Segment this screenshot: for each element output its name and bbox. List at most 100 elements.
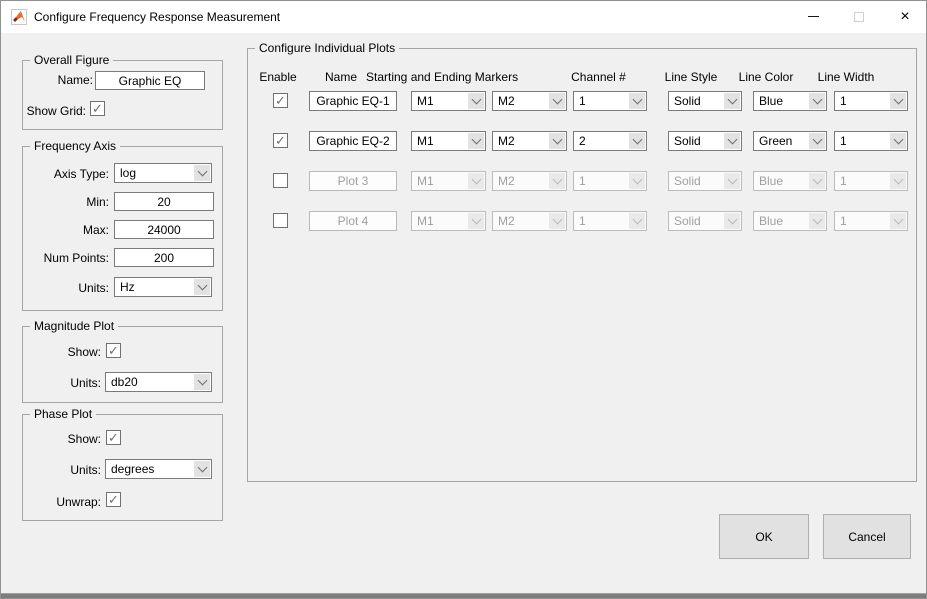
start-marker-dropdown-row3: M1 bbox=[411, 171, 486, 191]
chevron-down-icon bbox=[549, 213, 565, 229]
chevron-down-icon bbox=[629, 213, 645, 229]
line-width-dropdown-row4: 1 bbox=[834, 211, 908, 231]
name-label: Name: bbox=[21, 73, 93, 87]
magnitude-plot-group-title: Magnitude Plot bbox=[30, 319, 118, 333]
close-button[interactable]: × bbox=[882, 1, 927, 32]
min-input[interactable]: 20 bbox=[114, 192, 214, 211]
start-marker-dropdown-row1[interactable]: M1 bbox=[411, 91, 486, 111]
start-marker-dropdown-row2[interactable]: M1 bbox=[411, 131, 486, 151]
minimize-icon bbox=[808, 16, 819, 17]
check-icon: ✓ bbox=[275, 134, 286, 147]
check-icon: ✓ bbox=[92, 102, 103, 115]
overall-figure-group-title: Overall Figure bbox=[30, 53, 113, 67]
axis-type-label: Axis Type: bbox=[21, 167, 109, 181]
chevron-down-icon bbox=[468, 173, 484, 189]
show-grid-checkbox[interactable]: ✓ bbox=[90, 101, 105, 116]
phase-plot-group-title: Phase Plot bbox=[30, 407, 96, 421]
freq-units-dropdown[interactable]: Hz bbox=[114, 277, 212, 297]
chevron-down-icon bbox=[549, 93, 565, 109]
num-points-label: Num Points: bbox=[21, 251, 109, 265]
title-bar: Configure Frequency Response Measurement… bbox=[1, 1, 926, 33]
chevron-down-icon bbox=[809, 93, 825, 109]
max-input[interactable]: 24000 bbox=[114, 220, 214, 239]
window-title: Configure Frequency Response Measurement bbox=[34, 10, 280, 24]
freq-units-label: Units: bbox=[21, 281, 109, 295]
figure-name-input[interactable]: Graphic EQ bbox=[95, 71, 205, 90]
end-marker-dropdown-row4: M2 bbox=[492, 211, 567, 231]
chevron-down-icon bbox=[809, 133, 825, 149]
chevron-down-icon bbox=[549, 173, 565, 189]
magnitude-units-dropdown[interactable]: db20 bbox=[105, 372, 212, 392]
chevron-down-icon bbox=[468, 93, 484, 109]
chevron-down-icon bbox=[194, 279, 210, 295]
chevron-down-icon bbox=[724, 173, 740, 189]
chevron-down-icon bbox=[629, 93, 645, 109]
chevron-down-icon bbox=[468, 133, 484, 149]
axis-type-dropdown[interactable]: log bbox=[114, 163, 212, 183]
chevron-down-icon bbox=[724, 133, 740, 149]
check-icon: ✓ bbox=[108, 493, 119, 506]
chevron-down-icon bbox=[629, 133, 645, 149]
show-grid-label: Show Grid: bbox=[21, 104, 86, 118]
chevron-down-icon bbox=[549, 133, 565, 149]
end-marker-dropdown-row2[interactable]: M2 bbox=[492, 131, 567, 151]
start-marker-dropdown-row4: M1 bbox=[411, 211, 486, 231]
maximize-icon bbox=[854, 12, 864, 22]
check-icon: ✓ bbox=[108, 431, 119, 444]
channel-dropdown-row4: 1 bbox=[573, 211, 647, 231]
chevron-down-icon bbox=[890, 173, 906, 189]
close-icon: × bbox=[900, 8, 909, 26]
column-header-markers: Starting and Ending Markers bbox=[366, 70, 516, 84]
chevron-down-icon bbox=[809, 213, 825, 229]
line-style-dropdown-row4: Solid bbox=[668, 211, 742, 231]
column-header-enable: Enable bbox=[248, 70, 308, 84]
plot-name-input-row3: Plot 3 bbox=[309, 171, 397, 191]
chevron-down-icon bbox=[468, 213, 484, 229]
line-width-dropdown-row1[interactable]: 1 bbox=[834, 91, 908, 111]
cancel-button[interactable]: Cancel bbox=[823, 514, 911, 559]
check-icon: ✓ bbox=[108, 344, 119, 357]
column-header-name: Name bbox=[311, 70, 371, 84]
ok-button[interactable]: OK bbox=[719, 514, 809, 559]
individual-plots-group: Configure Individual Plots bbox=[247, 48, 917, 482]
channel-dropdown-row1[interactable]: 1 bbox=[573, 91, 647, 111]
enable-checkbox-row4[interactable] bbox=[273, 213, 288, 228]
chevron-down-icon bbox=[194, 165, 210, 181]
phase-units-dropdown[interactable]: degrees bbox=[105, 459, 212, 479]
line-color-dropdown-row3: Blue bbox=[753, 171, 827, 191]
line-style-dropdown-row3: Solid bbox=[668, 171, 742, 191]
chevron-down-icon bbox=[629, 173, 645, 189]
chevron-down-icon bbox=[724, 213, 740, 229]
line-style-dropdown-row2[interactable]: Solid bbox=[668, 131, 742, 151]
chevron-down-icon bbox=[890, 213, 906, 229]
chevron-down-icon bbox=[724, 93, 740, 109]
line-style-dropdown-row1[interactable]: Solid bbox=[668, 91, 742, 111]
magnitude-show-label: Show: bbox=[21, 345, 101, 359]
plot-name-input-row1[interactable]: Graphic EQ-1 bbox=[309, 91, 397, 111]
min-label: Min: bbox=[21, 195, 109, 209]
column-header-line-style: Line Style bbox=[656, 70, 726, 84]
line-color-dropdown-row1[interactable]: Blue bbox=[753, 91, 827, 111]
line-width-dropdown-row2[interactable]: 1 bbox=[834, 131, 908, 151]
minimize-button[interactable] bbox=[790, 1, 836, 32]
check-icon: ✓ bbox=[275, 94, 286, 107]
channel-dropdown-row2[interactable]: 2 bbox=[573, 131, 647, 151]
chevron-down-icon bbox=[194, 374, 210, 390]
window-bottom-edge bbox=[1, 593, 926, 598]
end-marker-dropdown-row1[interactable]: M2 bbox=[492, 91, 567, 111]
magnitude-show-checkbox[interactable]: ✓ bbox=[106, 343, 121, 358]
plot-name-input-row2[interactable]: Graphic EQ-2 bbox=[309, 131, 397, 151]
enable-checkbox-row1[interactable]: ✓ bbox=[273, 93, 288, 108]
phase-show-checkbox[interactable]: ✓ bbox=[106, 430, 121, 445]
line-color-dropdown-row2[interactable]: Green bbox=[753, 131, 827, 151]
individual-plots-group-title: Configure Individual Plots bbox=[255, 41, 399, 55]
frequency-axis-group-title: Frequency Axis bbox=[30, 139, 120, 153]
enable-checkbox-row2[interactable]: ✓ bbox=[273, 133, 288, 148]
num-points-input[interactable]: 200 bbox=[114, 248, 214, 267]
maximize-button[interactable] bbox=[836, 1, 882, 32]
enable-checkbox-row3[interactable] bbox=[273, 173, 288, 188]
phase-show-label: Show: bbox=[21, 432, 101, 446]
phase-unwrap-checkbox[interactable]: ✓ bbox=[106, 492, 121, 507]
chevron-down-icon bbox=[194, 461, 210, 477]
chevron-down-icon bbox=[890, 133, 906, 149]
